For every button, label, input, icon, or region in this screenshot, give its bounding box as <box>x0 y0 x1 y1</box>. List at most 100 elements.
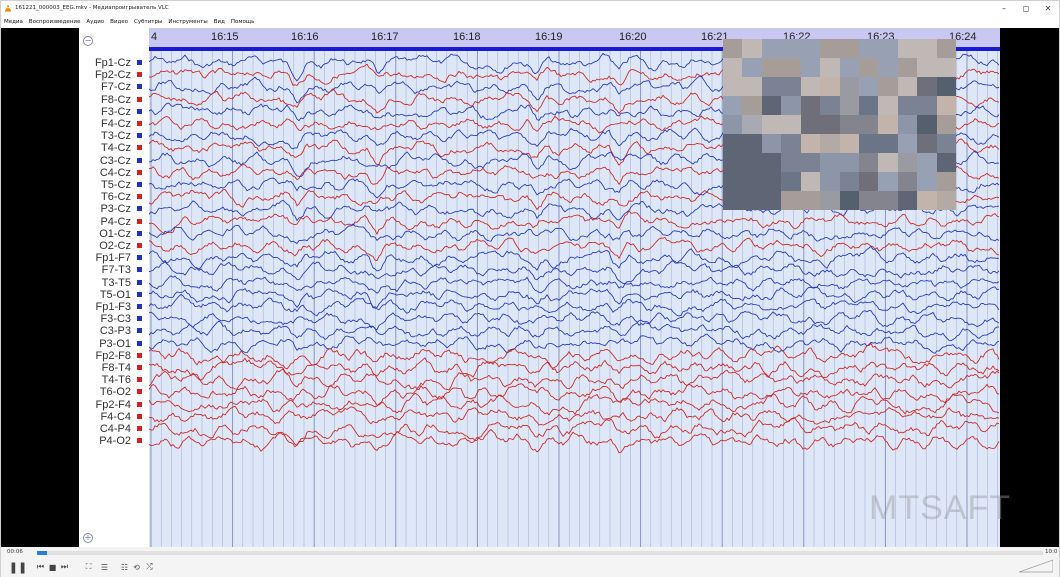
playlist-button[interactable]: ☷ <box>119 561 130 573</box>
channel-label: Fp1-F7 <box>83 252 143 264</box>
video-pixel-block <box>878 58 899 78</box>
video-pixel-block <box>858 172 879 192</box>
video-pixel-block <box>858 58 879 78</box>
menu-tools[interactable]: Инструменты <box>168 19 207 25</box>
fullscreen-button[interactable]: ⛶ <box>83 561 94 573</box>
channel-color-marker <box>137 108 142 114</box>
video-pixel-block <box>742 172 763 192</box>
video-pixel-block <box>723 134 743 154</box>
video-pixel-block <box>936 115 956 135</box>
menu-subtitles[interactable]: Субтитры <box>134 19 162 25</box>
video-pixel-block <box>800 172 821 192</box>
channel-color-marker <box>137 340 142 346</box>
menu-help[interactable]: Помощь <box>231 19 254 25</box>
volume-slider[interactable] <box>1019 559 1053 573</box>
video-pixel-block <box>839 58 860 78</box>
video-pixel-block <box>820 134 841 154</box>
channel-label: T4-T6 <box>83 374 143 386</box>
close-button[interactable]: ✕ <box>1037 1 1059 15</box>
video-pixel-block <box>800 39 821 59</box>
video-pixel-block <box>839 77 860 97</box>
channel-label: T6-O2 <box>83 386 143 398</box>
video-pixel-block <box>839 134 860 154</box>
channel-label: C4-Cz <box>83 167 143 179</box>
video-pixel-block <box>858 134 879 154</box>
video-pixel-block <box>723 191 743 210</box>
previous-button[interactable]: ⏮ <box>35 561 46 573</box>
eeg-trace <box>149 405 1000 426</box>
channel-watermark: MTSAFT <box>869 489 1011 527</box>
stop-button[interactable]: ■ <box>47 561 58 573</box>
menu-bar: Медиа Воспроизведение Аудио Видео Субтит… <box>1 15 1059 28</box>
minimize-button[interactable]: – <box>993 1 1015 15</box>
video-pixel-block <box>936 39 956 59</box>
vlc-window: 161221_000003_EEG.mkv - Медиапроигрывате… <box>0 0 1060 577</box>
video-pixel-block <box>781 172 802 192</box>
eeg-trace <box>149 310 1000 331</box>
video-pixel-block <box>820 115 841 135</box>
channel-label: T5-Cz <box>83 179 143 191</box>
menu-view[interactable]: Вид <box>214 19 225 25</box>
shuffle-button[interactable]: ⤮ <box>144 561 155 573</box>
menu-video[interactable]: Видео <box>110 19 128 25</box>
channel-label: F7-Cz <box>83 81 143 93</box>
eeg-trace <box>149 260 1000 285</box>
menu-audio[interactable]: Аудио <box>86 19 104 25</box>
video-pixel-block <box>936 96 956 116</box>
video-pixel-block <box>761 191 782 210</box>
video-pixel-block <box>761 115 782 135</box>
channel-color-marker <box>137 291 142 297</box>
video-pixel-block <box>761 172 782 192</box>
channel-label: O2-Cz <box>83 240 143 252</box>
video-pixel-block <box>742 153 763 173</box>
video-pixel-block <box>936 191 956 210</box>
channel-color-marker <box>137 84 142 90</box>
video-pixel-block <box>820 153 841 173</box>
video-pixel-block <box>761 58 782 78</box>
seek-slider[interactable] <box>37 551 1043 555</box>
video-pixel-block <box>936 172 956 192</box>
video-pixel-block <box>936 77 956 97</box>
channel-label: P4-Cz <box>83 216 143 228</box>
video-pixel-block <box>820 96 841 116</box>
extended-settings-button[interactable]: ☰ <box>99 561 110 573</box>
channel-label: C3-P3 <box>83 325 143 337</box>
channel-label: F3-C3 <box>83 313 143 325</box>
maximize-button[interactable]: ◻ <box>1015 1 1037 15</box>
channel-color-marker <box>137 377 142 383</box>
video-pixel-block <box>761 77 782 97</box>
channel-color-marker <box>137 352 142 358</box>
loop-button[interactable]: ⟲ <box>131 561 142 573</box>
channel-label: F3-Cz <box>83 106 143 118</box>
video-pixel-block <box>839 191 860 210</box>
video-pixel-block <box>761 39 782 59</box>
video-pixel-block <box>800 96 821 116</box>
eeg-trace <box>149 368 1000 391</box>
patient-video-overlay <box>723 39 956 210</box>
next-button[interactable]: ⏭ <box>59 561 70 573</box>
video-pixel-block <box>897 58 918 78</box>
video-pixel-block <box>742 134 763 154</box>
video-pixel-block <box>878 134 899 154</box>
elapsed-time: 00:06 <box>7 549 23 555</box>
menu-media[interactable]: Медиа <box>4 19 23 25</box>
pause-button[interactable]: ❚❚ <box>9 561 27 574</box>
video-pixel-block <box>820 39 841 59</box>
channel-label: Fp2-F8 <box>83 350 143 362</box>
channel-color-marker <box>137 121 142 126</box>
menu-playback[interactable]: Воспроизведение <box>29 19 80 25</box>
channel-label: O1-Cz <box>83 228 143 240</box>
eeg-trace <box>149 286 1000 309</box>
video-pixel-block <box>897 115 918 135</box>
channel-label: T5-O1 <box>83 289 143 301</box>
video-pixel-block <box>781 115 802 135</box>
video-pixel-block <box>917 39 938 59</box>
video-pixel-block <box>936 153 956 173</box>
video-pixel-block <box>878 153 899 173</box>
video-pixel-block <box>761 96 782 116</box>
video-pixel-block <box>781 134 802 154</box>
video-pixel-block <box>800 77 821 97</box>
video-surface[interactable]: − + Fp1-Cz Fp2-Cz F7-Cz F8-Cz F3-Cz F4-Cz T3-C… <box>1 28 1059 547</box>
seek-progress <box>37 551 48 555</box>
video-pixel-block <box>917 77 938 97</box>
